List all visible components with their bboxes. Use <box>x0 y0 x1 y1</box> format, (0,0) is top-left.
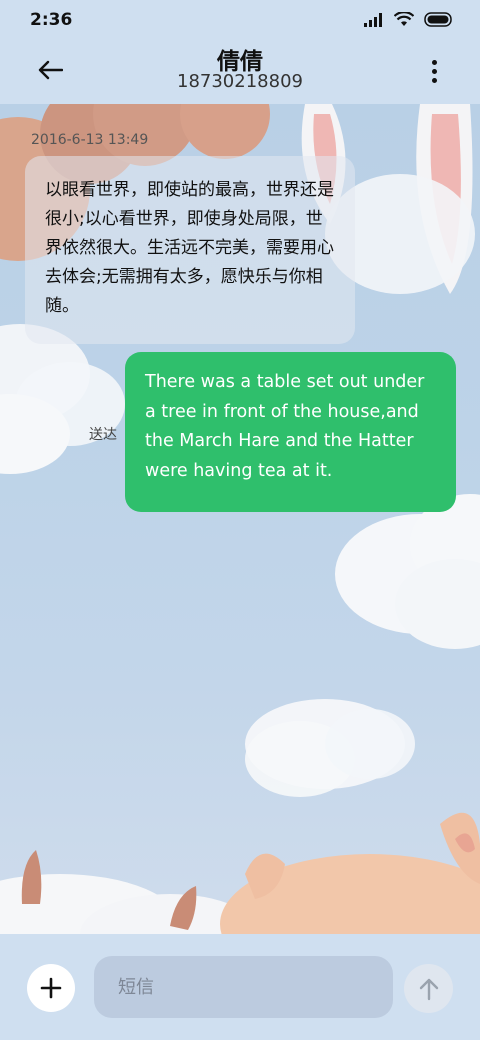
message-input[interactable] <box>94 956 393 1018</box>
chat-area[interactable]: 2016-6-13 13:49 以眼看世界，即使站的最高，世界还是很小;以心看世… <box>0 104 480 934</box>
wifi-icon <box>394 12 414 26</box>
status-time: 2:36 <box>30 10 73 30</box>
send-button[interactable] <box>404 964 453 1013</box>
outgoing-message-text: There was a table set out under a tree i… <box>145 372 425 481</box>
incoming-message-bubble[interactable]: 以眼看世界，即使站的最高，世界还是很小;以心看世界，即使身处局限，世界依然很大。… <box>25 156 355 344</box>
contact-phone: 18730218809 <box>177 71 303 92</box>
more-vert-icon <box>431 59 437 65</box>
add-attachment-button[interactable] <box>27 964 75 1012</box>
status-icons <box>364 12 454 27</box>
signal-icon <box>364 12 382 27</box>
message-input-box[interactable] <box>94 956 393 1018</box>
conversation-header: 倩倩 18730218809 <box>0 40 480 104</box>
message-timestamp: 2016-6-13 13:49 <box>31 132 149 148</box>
plus-icon <box>40 977 62 999</box>
message-composer <box>0 934 480 1040</box>
outgoing-message-bubble[interactable]: There was a table set out under a tree i… <box>125 352 456 512</box>
delivery-status: 送达 <box>89 427 117 443</box>
more-options-button[interactable] <box>422 54 446 88</box>
incoming-message-text: 以眼看世界，即使站的最高，世界还是很小;以心看世界，即使身处局限，世界依然很大。… <box>45 180 334 316</box>
status-bar: 2:36 <box>0 0 480 40</box>
battery-icon <box>424 12 452 27</box>
send-arrow-icon <box>419 978 438 1000</box>
